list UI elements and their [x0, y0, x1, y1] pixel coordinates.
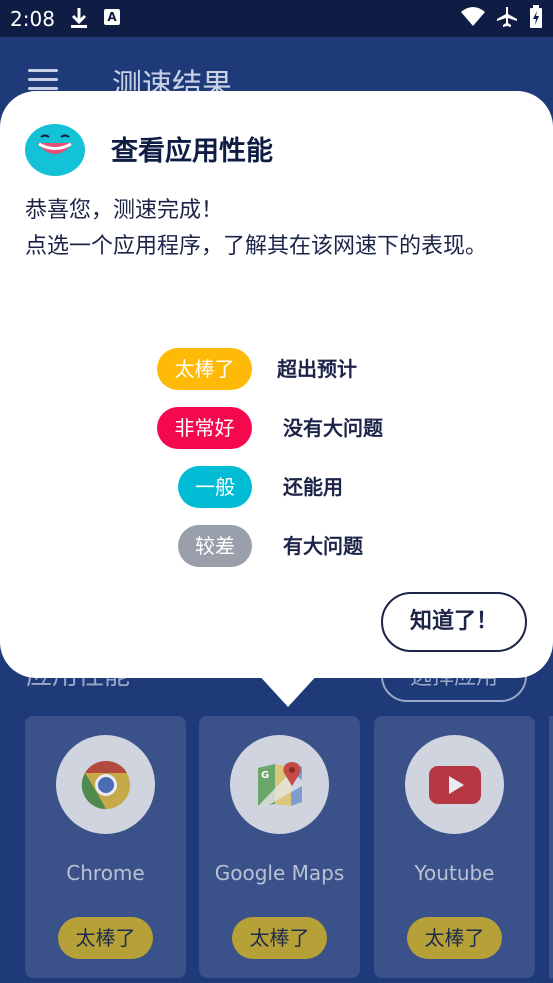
dialog-title: 查看应用性能 [111, 136, 273, 167]
chrome-icon [81, 760, 130, 809]
app-card-name: Chrome [66, 861, 145, 885]
legend-pill-average: 一般 [178, 466, 252, 508]
legend-pill-very-good: 非常好 [157, 407, 252, 449]
legend-desc-average: 还能用 [283, 475, 343, 499]
dialog-pointer [256, 672, 320, 707]
a-badge-icon: A [104, 9, 120, 25]
dialog-message-line1: 恭喜您，测速完成！ [25, 198, 224, 223]
google-maps-icon: G [257, 761, 302, 806]
airplane-icon [497, 7, 517, 27]
chrome-icon-wrap [56, 735, 155, 834]
rating-badge: 太棒了 [407, 917, 502, 959]
app-card-youtube[interactable]: Youtube 太棒了 [374, 716, 535, 978]
got-it-button[interactable]: 知道了！ [381, 592, 527, 652]
legend-desc-poor: 有大问题 [283, 534, 363, 558]
youtube-icon [428, 765, 481, 804]
dialog-message: 恭喜您，测速完成！ 点选一个应用程序，了解其在该网速下的表现。 [25, 193, 505, 265]
dialog-message-line2: 点选一个应用程序，了解其在该网速下的表现。 [25, 234, 488, 259]
status-time: 2:08 [10, 7, 55, 31]
status-bar: 2:08 A [0, 0, 553, 37]
app-card-chrome[interactable]: Chrome 太棒了 [25, 716, 186, 978]
youtube-icon-wrap [405, 735, 504, 834]
app-card-name: Google Maps [214, 861, 345, 885]
battery-charging-icon [530, 5, 542, 28]
app-card-name: Youtube [414, 861, 495, 885]
mascot-icon [25, 124, 85, 176]
app-card-google-maps[interactable]: G Google Maps 太棒了 [199, 716, 360, 978]
rating-badge: 太棒了 [58, 917, 153, 959]
legend-pill-poor: 较差 [178, 525, 252, 567]
rating-badge: 太棒了 [232, 917, 327, 959]
menu-icon[interactable] [28, 69, 58, 91]
maps-icon-wrap: G [230, 735, 329, 834]
download-icon [71, 8, 87, 28]
app-card-partial [549, 716, 553, 978]
wifi-icon [461, 7, 485, 26]
legend-desc-excellent: 超出预计 [277, 357, 357, 381]
svg-text:G: G [261, 770, 269, 781]
legend-pill-excellent: 太棒了 [157, 348, 252, 390]
legend-desc-very-good: 没有大问题 [283, 416, 383, 440]
